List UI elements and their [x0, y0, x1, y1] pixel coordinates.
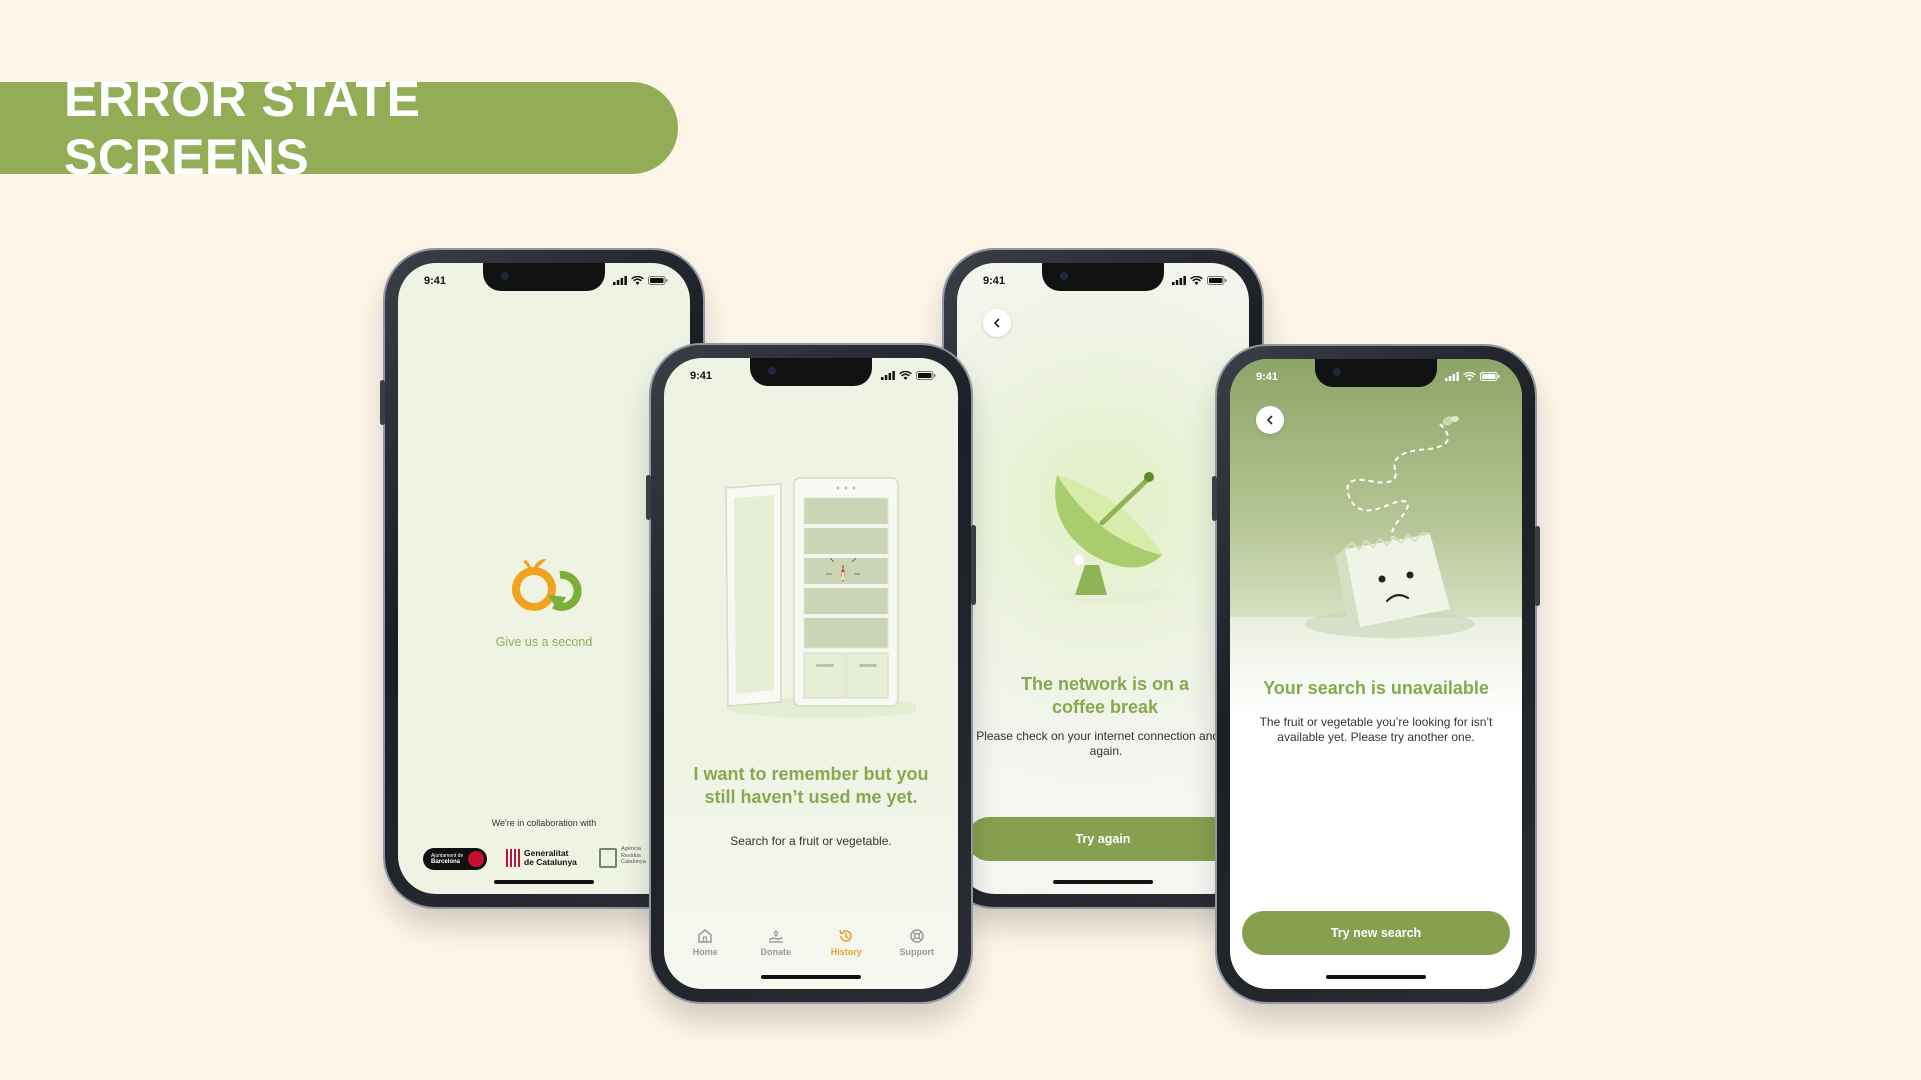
partner-residus-logo: Agència Residus Catalunya [599, 846, 646, 874]
section-banner: ERROR STATE SCREENS [0, 71, 678, 185]
empty-fridge-icon [725, 477, 916, 718]
loading-screen: 9:41 Give us a second We're in collabora… [398, 263, 690, 894]
tab-history[interactable]: History [816, 928, 876, 957]
battery-icon [1480, 372, 1500, 381]
status-bar: 9:41 [398, 275, 690, 293]
generalitat-flag-icon [506, 849, 520, 867]
signal-icon [613, 276, 627, 285]
network-error-body: Please check on your internet connection… [976, 729, 1236, 758]
history-empty-screen: 9:41 I want to remember but you still ha… [664, 358, 958, 989]
network-error-screen: 9:41 The network is on a coffee break Pl… [957, 263, 1249, 894]
battery-icon [916, 371, 936, 380]
battery-icon [648, 276, 668, 285]
battery-icon [1207, 276, 1227, 285]
status-bar: 9:41 [957, 275, 1249, 293]
status-time: 9:41 [424, 275, 447, 287]
signal-icon [881, 371, 895, 380]
barcelona-shield-icon [468, 851, 484, 867]
tab-donate-label: Donate [760, 946, 791, 957]
chevron-left-icon [1266, 415, 1273, 425]
phone-history-empty: 9:41 I want to remember but you still ha… [646, 345, 976, 1002]
try-again-button[interactable]: Try again [967, 817, 1239, 861]
tab-donate[interactable]: Donate [746, 928, 806, 957]
fly-icon [1442, 416, 1459, 426]
signal-icon [1445, 372, 1459, 381]
try-new-search-button[interactable]: Try new search [1242, 911, 1510, 955]
network-error-title: The network is on a coffee break [1020, 674, 1190, 717]
home-icon [698, 928, 712, 943]
phone-search-unavailable: 9:41 Your search is unavailable The frui… [1212, 346, 1540, 1002]
loading-message: Give us a second [495, 635, 593, 649]
phone-network-error: 9:41 The network is on a coffee break Pl… [939, 250, 1267, 907]
satellite-dish-icon [1052, 472, 1172, 603]
search-unavailable-title: Your search is unavailable [1263, 678, 1489, 698]
banner-title: ERROR STATE SCREENS [64, 71, 421, 185]
tab-home[interactable]: Home [675, 928, 735, 957]
home-indicator[interactable] [1326, 975, 1426, 979]
residus-emblem-icon [599, 848, 617, 868]
wifi-icon [631, 276, 644, 285]
history-empty-subtitle: Search for a fruit or vegetable. [730, 834, 892, 848]
wifi-icon [1190, 276, 1203, 285]
tab-history-label: History [830, 946, 862, 957]
back-button[interactable] [1256, 406, 1284, 434]
chevron-left-icon [993, 318, 1000, 328]
status-bar: 9:41 [664, 370, 958, 388]
status-bar: 9:41 [1230, 371, 1522, 389]
partner-logos: Ajuntament de Barcelona Generalitat de C… [423, 846, 690, 876]
status-time: 9:41 [690, 370, 713, 382]
wifi-icon [899, 371, 912, 380]
home-indicator[interactable] [761, 975, 861, 979]
search-unavailable-screen: 9:41 Your search is unavailable The frui… [1230, 359, 1522, 989]
back-button[interactable] [983, 309, 1011, 337]
status-time: 9:41 [983, 275, 1006, 287]
partner-barcelona-logo: Ajuntament de Barcelona [423, 848, 487, 870]
tab-support-label: Support [899, 946, 935, 957]
app-logo-icon [512, 559, 582, 611]
history-empty-title: I want to remember but you still haven’t… [693, 764, 929, 807]
collaboration-label: We're in collaboration with [491, 818, 597, 828]
home-indicator[interactable] [1053, 880, 1153, 884]
tab-home-label: Home [692, 946, 718, 957]
support-icon [910, 928, 924, 943]
status-time: 9:41 [1256, 371, 1279, 383]
sad-paper-bag-icon [1305, 416, 1475, 638]
home-indicator[interactable] [494, 880, 594, 884]
wifi-icon [1463, 372, 1476, 381]
search-unavailable-body: The fruit or vegetable you’re looking fo… [1259, 715, 1493, 744]
history-icon [839, 929, 853, 942]
tab-support[interactable]: Support [887, 928, 947, 957]
bottom-tab-bar: Home Donate History Support [664, 919, 958, 965]
donate-icon [768, 929, 783, 943]
signal-icon [1172, 276, 1186, 285]
